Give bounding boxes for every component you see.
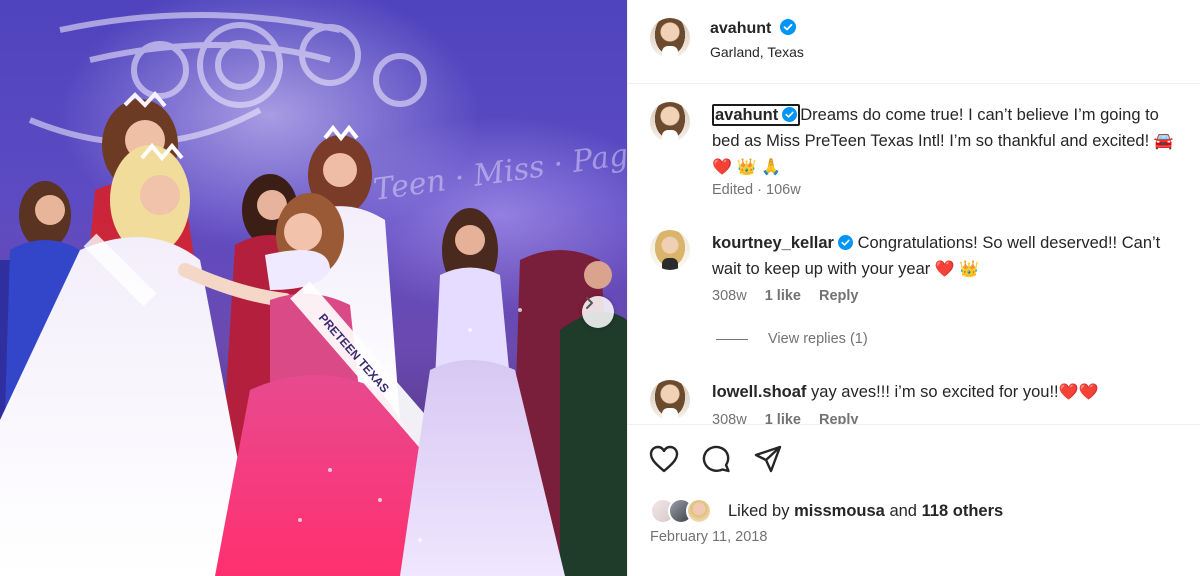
view-replies-label: View replies (1) xyxy=(768,331,868,347)
reply-button[interactable]: Reply xyxy=(819,412,859,424)
post-location[interactable]: Garland, Texas xyxy=(710,44,804,60)
commenter-avatar[interactable] xyxy=(650,380,690,420)
commenter-username[interactable]: kourtney_kellar xyxy=(712,234,834,252)
comment-body: yay aves!!! i’m so excited for you!! xyxy=(811,383,1059,401)
action-icons xyxy=(648,443,784,475)
verified-badge-icon xyxy=(782,107,798,122)
post-date[interactable]: February 11, 2018 xyxy=(650,529,767,545)
comment-time[interactable]: 308w xyxy=(712,288,747,304)
author-row: avahunt xyxy=(710,19,796,38)
caption-time[interactable]: 106w xyxy=(766,182,801,198)
liked-by-prefix: Liked by xyxy=(728,501,790,520)
crown-emoji: 👑 xyxy=(736,157,757,176)
caption-line-2: bed as Miss PreTeen Texas Intl! I’m so t… xyxy=(712,132,1150,150)
comment-text: lowell.shoaf yay aves!!! i’m so excited … xyxy=(712,379,1190,405)
liker-avatar xyxy=(686,498,712,524)
backdrop-crown-projection xyxy=(28,12,427,146)
comment-line-2: wait to keep up with your year xyxy=(712,260,931,278)
share-button[interactable] xyxy=(752,443,784,475)
pray-emoji: 🙏 xyxy=(761,157,781,176)
heart-icon xyxy=(649,445,679,473)
caption-username-link[interactable]: avahunt xyxy=(712,104,801,126)
edited-label: Edited xyxy=(712,182,754,198)
heart-emoji: ❤️ xyxy=(934,259,955,278)
commenter-avatar[interactable] xyxy=(650,230,690,270)
post-photo[interactable]: Teen · Miss · Pageant PRETEEN TEXAS xyxy=(0,0,627,576)
liked-by-row: Liked by missmousa and 118 others xyxy=(650,498,1003,524)
crown-emoji: 👑 xyxy=(959,259,980,278)
caption-meta: Edited · 106w xyxy=(712,182,801,198)
comment-meta: 308w 1 like Reply xyxy=(712,412,873,424)
heart-emoji: ❤️ xyxy=(1078,382,1099,401)
liker-avatars xyxy=(650,498,716,524)
replies-divider xyxy=(716,338,748,340)
next-photo-button[interactable] xyxy=(582,296,614,328)
backdrop-text: Teen · Miss · Pageant xyxy=(371,128,627,208)
like-button[interactable] xyxy=(648,443,680,475)
comments-list[interactable]: avahunt Dreams do come true! I can’t beli… xyxy=(628,84,1200,424)
comment-meta: 308w 1 like Reply xyxy=(712,288,873,304)
heart-emoji: ❤️ xyxy=(712,157,732,176)
comment-bubble-icon xyxy=(702,445,730,473)
comment-likes[interactable]: 1 like xyxy=(765,412,801,424)
caption-line-1: Dreams do come true! I can’t believe I’m… xyxy=(800,106,1159,124)
send-icon xyxy=(754,445,782,473)
car-emoji: 🚘 xyxy=(1153,131,1174,150)
pageant-crowning-illustration: Teen · Miss · Pageant PRETEEN TEXAS xyxy=(0,12,627,576)
comment-line-1: Congratulations! So well deserved!! Can’… xyxy=(857,234,1161,252)
comment-time[interactable]: 308w xyxy=(712,412,747,424)
verified-badge-icon xyxy=(779,19,796,35)
liked-by-others[interactable]: 118 others xyxy=(922,502,1004,521)
post-header: avahunt Garland, Texas xyxy=(628,0,1200,84)
comment-likes[interactable]: 1 like xyxy=(765,288,801,304)
reply-button[interactable]: Reply xyxy=(819,288,859,304)
comment-text: kourtney_kellar Congratulations! So well… xyxy=(712,231,1190,282)
comment-button[interactable] xyxy=(700,443,732,475)
commenter-username[interactable]: lowell.shoaf xyxy=(712,383,806,401)
author-avatar[interactable] xyxy=(650,18,690,58)
caption-avatar[interactable] xyxy=(650,102,690,142)
heart-emoji: ❤️ xyxy=(1058,382,1079,401)
view-replies-button[interactable]: View replies (1) xyxy=(716,331,868,347)
liked-by-and: and xyxy=(889,501,917,520)
verified-badge-icon xyxy=(837,235,853,250)
post-actions: Liked by missmousa and 118 others Februa… xyxy=(628,424,1200,576)
post-details-panel: avahunt Garland, Texas avahunt Dreams do … xyxy=(627,0,1200,576)
chevron-right-icon xyxy=(586,297,593,309)
caption-text: avahunt Dreams do come true! I can’t beli… xyxy=(712,103,1190,180)
liked-by-user[interactable]: missmousa xyxy=(794,502,885,521)
author-username[interactable]: avahunt xyxy=(710,20,771,37)
